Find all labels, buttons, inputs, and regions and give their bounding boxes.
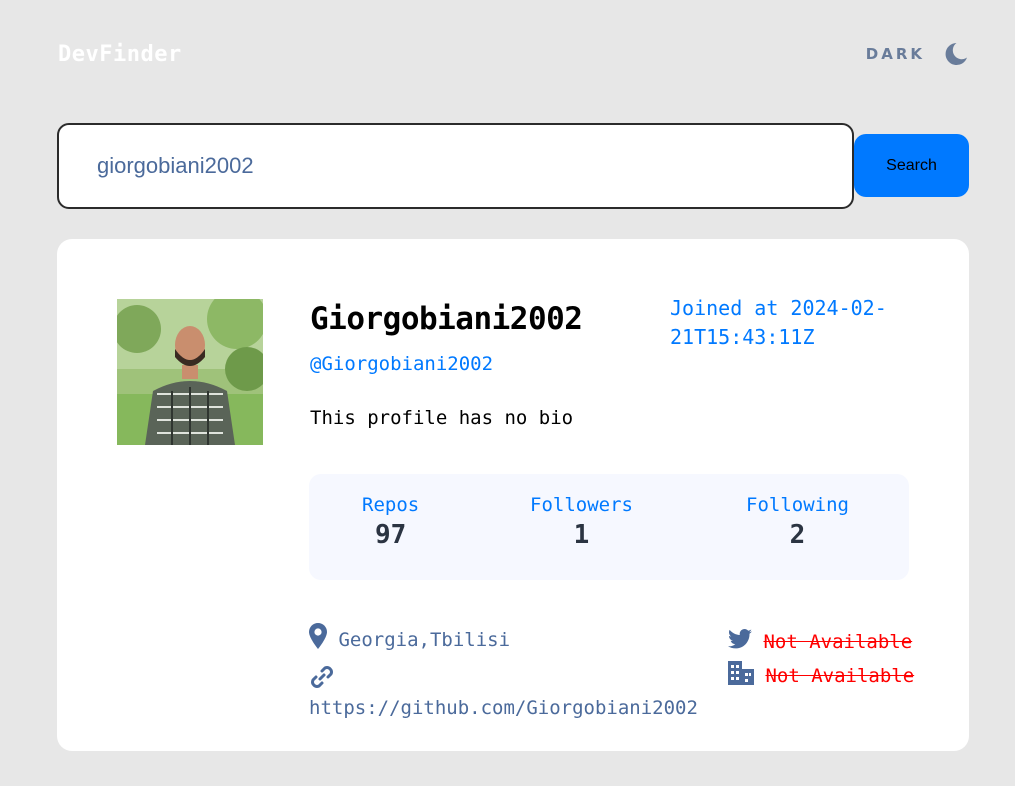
blog-info xyxy=(309,664,335,690)
user-bio: This profile has no bio xyxy=(310,407,574,429)
stat-following-label: Following xyxy=(746,494,849,516)
avatar xyxy=(117,299,263,445)
stat-following-value: 2 xyxy=(789,520,806,550)
profile-card: Giorgobiani2002 @Giorgobiani2002 Joined … xyxy=(57,239,969,751)
stats-panel: Repos 97 Followers 1 Following 2 xyxy=(309,474,909,580)
app-logo: DevFinder xyxy=(58,41,182,67)
twitter-info: Not Available xyxy=(728,628,913,653)
company-text: Not Available xyxy=(765,665,915,687)
stat-followers-label: Followers xyxy=(530,494,633,516)
twitter-text: Not Available xyxy=(763,631,913,653)
theme-toggle-label: DARK xyxy=(865,45,925,63)
location-info: Georgia,Tbilisi xyxy=(309,622,511,651)
stat-repos-value: 97 xyxy=(374,520,407,550)
stat-followers: Followers 1 xyxy=(530,494,633,550)
twitter-icon xyxy=(728,628,752,648)
stat-following: Following 2 xyxy=(746,494,849,550)
link-icon xyxy=(311,666,333,688)
user-login-link[interactable]: @Giorgobiani2002 xyxy=(310,353,493,375)
search-button[interactable]: Search xyxy=(854,134,969,197)
stat-followers-value: 1 xyxy=(573,520,590,550)
app-header: DevFinder DARK xyxy=(58,38,969,70)
blog-link[interactable]: https://github.com/Giorgobiani2002 xyxy=(309,697,698,719)
moon-icon xyxy=(945,43,967,65)
search-input[interactable] xyxy=(57,123,854,209)
building-icon xyxy=(728,660,754,685)
theme-toggle[interactable]: DARK xyxy=(866,41,969,67)
stat-repos: Repos 97 xyxy=(362,494,419,550)
stat-repos-label: Repos xyxy=(362,494,420,516)
company-info: Not Available xyxy=(728,660,928,690)
location-text: Georgia,Tbilisi xyxy=(338,629,511,651)
user-name: Giorgobiani2002 xyxy=(310,301,583,337)
joined-date: Joined at 2024-02-21T15:43:11Z xyxy=(670,296,887,349)
location-pin-icon xyxy=(309,622,327,649)
